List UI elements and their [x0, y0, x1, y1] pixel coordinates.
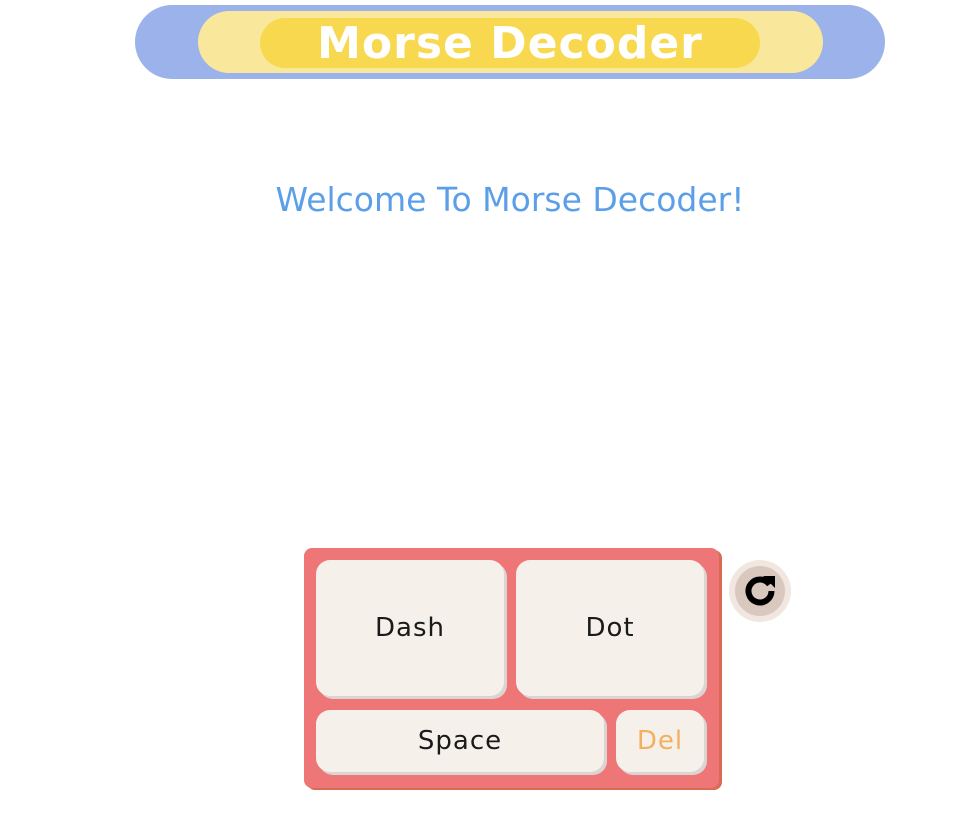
delete-button[interactable]: Del [616, 710, 704, 772]
dash-button[interactable]: Dash [316, 560, 504, 696]
reset-button-inner [735, 566, 785, 616]
dot-button[interactable]: Dot [516, 560, 704, 696]
header-title-pill: Morse Decoder [260, 17, 760, 69]
page-title: Morse Decoder [317, 17, 703, 69]
reset-button[interactable] [729, 560, 791, 622]
reload-icon [745, 576, 775, 606]
morse-keypad: Dash Dot Space Del [304, 548, 719, 788]
space-button[interactable]: Space [316, 710, 604, 772]
welcome-message: Welcome To Morse Decoder! [275, 180, 745, 219]
app: Morse Decoder Welcome To Morse Decoder! … [0, 0, 968, 816]
